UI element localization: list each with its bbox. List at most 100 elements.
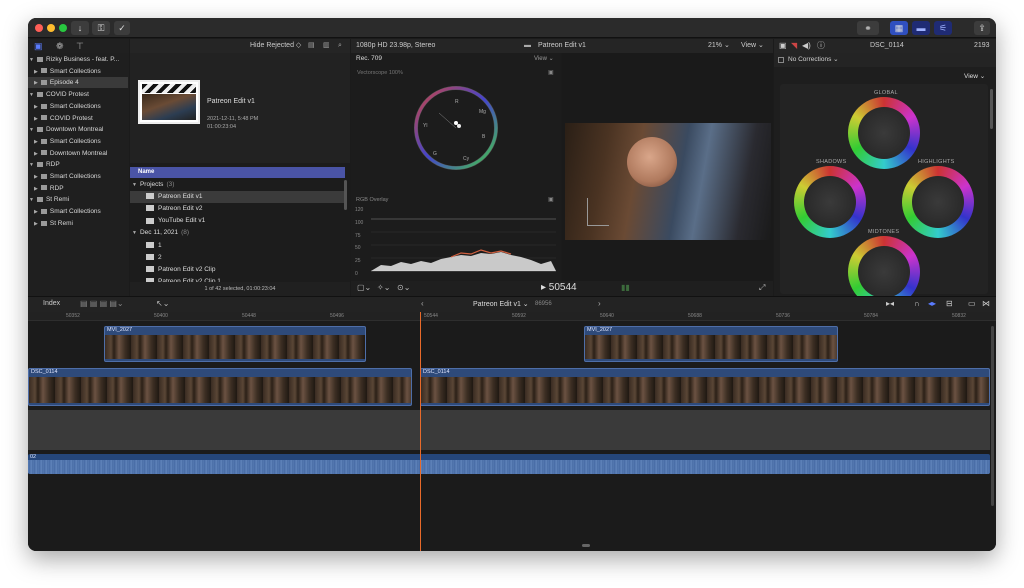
share-icon[interactable]: ⇪	[974, 21, 990, 35]
key-icon[interactable]: ⚿	[92, 21, 110, 35]
connected-clip[interactable]: MVI_2027	[584, 326, 838, 362]
disclosure-triangle-icon[interactable]: ▶	[34, 114, 38, 125]
preview-thumbnail[interactable]	[138, 80, 200, 124]
filter-icon[interactable]: ▥	[323, 39, 330, 53]
audio-inspector-icon[interactable]: ◀)	[802, 39, 811, 53]
edit-tools-icon[interactable]: ▤ ▤ ▤ ▤⌄	[80, 299, 124, 308]
photos-icon[interactable]: ❁	[56, 39, 64, 53]
name-column-header[interactable]: Name	[130, 167, 345, 178]
transform-icon[interactable]: ▢⌄	[357, 283, 371, 292]
vectorscope-settings-icon[interactable]: ▣	[548, 69, 554, 76]
skimming-icon[interactable]: ▸◂	[886, 299, 894, 308]
global-wheel[interactable]	[848, 97, 920, 169]
color-board-icon[interactable]: ⚭	[857, 21, 879, 35]
midtones-wheel[interactable]	[848, 236, 920, 296]
browser-item[interactable]: Patreon Edit v1	[130, 191, 345, 204]
timeline-resize-handle[interactable]	[582, 544, 590, 547]
disclosure-triangle-icon[interactable]: ▼	[132, 179, 137, 191]
browser-scrollbar[interactable]	[344, 180, 347, 210]
viewer-view-menu[interactable]: View ⌄	[741, 39, 764, 53]
smart-collections-item[interactable]: ▶ Smart Collections	[28, 66, 128, 77]
libraries-icon[interactable]: ▣	[34, 39, 43, 53]
event-item[interactable]: ▶ St Remi	[28, 218, 128, 229]
disclosure-triangle-icon[interactable]: ▶	[34, 219, 38, 230]
disclosure-triangle-icon[interactable]: ▶	[34, 207, 38, 218]
enhance-icon[interactable]: ✧⌄	[377, 283, 390, 292]
browser-item[interactable]: Patreon Edit v2 Clip	[130, 264, 345, 276]
zoom-menu[interactable]: 21% ⌄	[708, 39, 730, 53]
timeline-scrollbar[interactable]	[991, 326, 994, 506]
smart-collections-item[interactable]: ▶ Smart Collections	[28, 101, 128, 112]
primary-clip[interactable]: DSC_0114	[28, 368, 412, 406]
rgb-settings-icon[interactable]: ▣	[548, 196, 554, 203]
timeline-toggle-button[interactable]: ▬	[912, 21, 930, 35]
close-window-button[interactable]	[35, 24, 43, 32]
highlights-wheel[interactable]	[902, 166, 974, 238]
color-inspector-icon[interactable]: ◥	[791, 39, 797, 53]
browser-group[interactable]: ▼ Projects (3)	[130, 179, 345, 191]
hide-rejected-menu[interactable]: Hide Rejected ◇	[250, 39, 301, 53]
shadows-wheel[interactable]	[794, 166, 866, 238]
solo-icon[interactable]: ◂▸	[928, 299, 936, 308]
minimize-window-button[interactable]	[47, 24, 55, 32]
disclosure-triangle-icon[interactable]: ▶	[34, 137, 38, 148]
corrections-menu[interactable]: No Corrections ⌄	[774, 53, 996, 67]
timeline-project-menu[interactable]: Patreon Edit v1 ⌄	[473, 300, 529, 308]
library-item[interactable]: ▼ COVID Protest	[28, 89, 128, 100]
primary-clip[interactable]: DSC_0114	[420, 368, 990, 406]
event-item[interactable]: ▶ Downtown Montreal	[28, 148, 128, 159]
background-tasks-icon[interactable]: ✓	[114, 21, 130, 35]
select-tool-icon[interactable]: ↖⌄	[156, 299, 169, 308]
disclosure-triangle-icon[interactable]: ▼	[29, 160, 34, 171]
browser-item[interactable]: Patreon Edit v2	[130, 203, 345, 215]
index-button[interactable]: Index	[43, 300, 60, 307]
audio-skimming-icon[interactable]: ∩	[914, 299, 920, 308]
browser-item[interactable]: 2	[130, 252, 345, 264]
disclosure-triangle-icon[interactable]: ▶	[34, 67, 38, 78]
browser-toggle-button[interactable]: ▦	[890, 21, 908, 35]
zoom-window-button[interactable]	[59, 24, 67, 32]
disclosure-triangle-icon[interactable]: ▶	[34, 184, 38, 195]
smart-collections-item[interactable]: ▶ Smart Collections	[28, 206, 128, 217]
correction-checkbox[interactable]	[778, 57, 784, 63]
disclosure-triangle-icon[interactable]: ▶	[34, 78, 38, 89]
inspector-view-menu[interactable]: View ⌄	[964, 72, 985, 80]
library-item[interactable]: ▼ Rizky Business - feat. P...	[28, 54, 128, 65]
inspector-scrollbar[interactable]	[990, 89, 993, 129]
disclosure-triangle-icon[interactable]: ▼	[29, 195, 34, 206]
connected-clip[interactable]: MVI_2027	[104, 326, 366, 362]
history-back-icon[interactable]: ‹	[421, 299, 424, 308]
browser-item[interactable]: YouTube Edit v1	[130, 215, 345, 227]
inspector-toggle-button[interactable]: ⚟	[934, 21, 952, 35]
clip-appearance-icon[interactable]: ▭	[968, 299, 976, 308]
fullscreen-icon[interactable]: ⤢	[759, 283, 765, 293]
disclosure-triangle-icon[interactable]: ▼	[29, 125, 34, 136]
history-forward-icon[interactable]: ›	[598, 299, 601, 308]
info-inspector-icon[interactable]: ⓘ	[817, 39, 825, 53]
speed-icon[interactable]: ⊙⌄	[397, 283, 410, 292]
import-icon[interactable]: ↓	[71, 21, 89, 35]
snapping-icon[interactable]: ⊟	[946, 299, 953, 308]
video-inspector-icon[interactable]: ▣	[779, 39, 787, 53]
clip-appearance-icon[interactable]: ▤	[308, 39, 315, 53]
browser-group[interactable]: ▼ Dec 11, 2021 (8)	[130, 227, 345, 239]
titles-icon[interactable]: ⊤	[76, 39, 84, 53]
disclosure-triangle-icon[interactable]: ▼	[132, 227, 137, 239]
event-item[interactable]: ▶ RDP	[28, 183, 128, 194]
timeline-ruler[interactable]: 50352 50400 50448 50496 50544 50592 5064…	[28, 312, 996, 321]
timecode-display[interactable]: ▸ 50544	[541, 282, 577, 293]
effects-browser-icon[interactable]: ⋈	[982, 299, 990, 308]
search-icon[interactable]: ⌕	[338, 39, 342, 53]
browser-item[interactable]: 1	[130, 240, 345, 252]
disclosure-triangle-icon[interactable]: ▼	[29, 55, 34, 66]
library-item[interactable]: ▼ St Remi	[28, 194, 128, 205]
disclosure-triangle-icon[interactable]: ▶	[34, 149, 38, 160]
event-item[interactable]: ▶ Episode 4	[28, 77, 128, 89]
library-item[interactable]: ▼ Downtown Montreal	[28, 124, 128, 135]
disclosure-triangle-icon[interactable]: ▶	[34, 102, 38, 113]
smart-collections-item[interactable]: ▶ Smart Collections	[28, 171, 128, 182]
playhead[interactable]	[420, 312, 421, 551]
scopes-view-menu[interactable]: View ⌄	[534, 55, 554, 62]
disclosure-triangle-icon[interactable]: ▼	[29, 90, 34, 101]
smart-collections-item[interactable]: ▶ Smart Collections	[28, 136, 128, 147]
